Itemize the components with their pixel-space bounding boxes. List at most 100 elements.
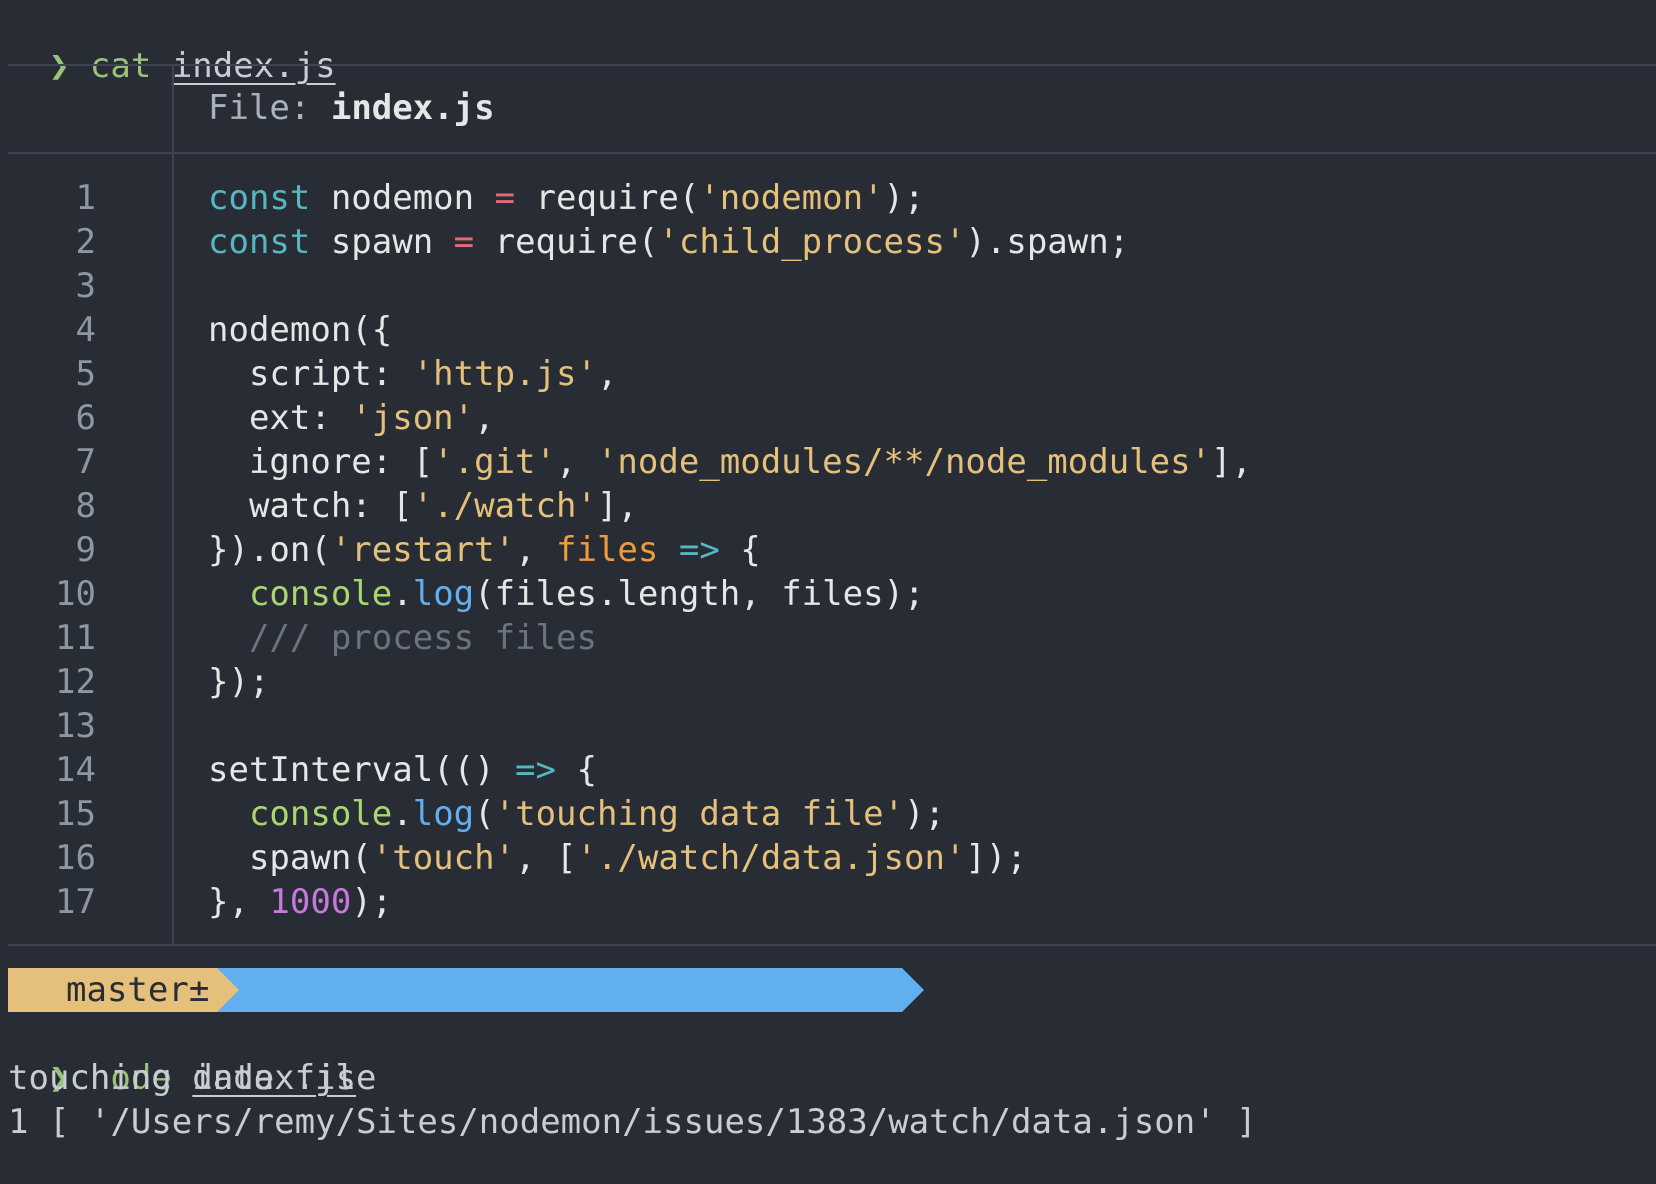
git-branch-label: master±: [66, 970, 210, 1010]
string: 'json': [351, 398, 475, 438]
code-line-5: script: 'http.js',: [208, 352, 1252, 396]
key: ext:: [208, 398, 352, 438]
punct: (: [474, 794, 495, 834]
identifier: nodemon: [310, 178, 495, 218]
punct: ,: [556, 442, 597, 482]
punct: ],: [596, 486, 638, 526]
text: }).on(: [208, 530, 331, 570]
method: log: [412, 794, 475, 834]
operator: =: [494, 178, 516, 218]
prompt-line-node: ❯ node index.js: [8, 1012, 356, 1098]
code-line-16: spawn('touch', ['./watch/data.json']);: [208, 836, 1252, 880]
command-name: cat: [89, 46, 152, 86]
object: console: [248, 574, 393, 614]
text: },: [208, 882, 270, 922]
string: 'restart': [330, 530, 516, 570]
gutter-divider: [172, 64, 174, 944]
text: (files.length, files);: [474, 574, 925, 614]
text: setInterval((): [208, 750, 516, 790]
text: nodemon({: [208, 310, 393, 350]
prompt-arrow-icon: ❯: [48, 46, 70, 86]
code-line-11: /// process files: [208, 616, 1252, 660]
punct: ,: [515, 530, 557, 570]
string: 'nodemon': [699, 178, 884, 218]
key: watch: [: [208, 486, 413, 526]
punct: );: [904, 794, 945, 834]
string: 'node_modules/**/node_modules': [596, 442, 1212, 482]
number: 1000: [269, 882, 352, 922]
line-number: 12: [55, 662, 96, 702]
punct: {: [719, 530, 761, 570]
line-number: 6: [75, 398, 96, 438]
string: './watch': [412, 486, 597, 526]
line-number: 7: [75, 442, 96, 482]
line-number: 2: [75, 222, 96, 262]
call: require(: [515, 178, 700, 218]
line-number: 10: [55, 574, 96, 614]
line-number: 14: [55, 750, 96, 790]
code-line-17: }, 1000);: [208, 880, 1252, 924]
code-line-9: }).on('restart', files => {: [208, 528, 1252, 572]
code-line-7: ignore: ['.git', 'node_modules/**/node_m…: [208, 440, 1252, 484]
code-line-8: watch: ['./watch'],: [208, 484, 1252, 528]
punct: ],: [1211, 442, 1252, 482]
punct: );: [883, 178, 925, 218]
output-line-2: 1 [ '/Users/remy/Sites/nodemon/issues/13…: [8, 1102, 1257, 1142]
line-number: 5: [75, 354, 96, 394]
method: log: [412, 574, 475, 614]
segment-separator: [217, 968, 240, 1012]
output-line-1: touching data file: [8, 1058, 377, 1098]
segment-end-arrow: [901, 968, 924, 1012]
keyword: const: [208, 178, 311, 218]
punct: {: [556, 750, 597, 790]
line-number-gutter: 1 2 3 4 5 6 7 8 9 10 11 12 13 14 15 16 1…: [0, 176, 96, 924]
command-argument[interactable]: index.js: [172, 46, 336, 86]
line-number: 8: [75, 486, 96, 526]
code-line-15: console.log('touching data file');: [208, 792, 1252, 836]
code-line-10: console.log(files.length, files);: [208, 572, 1252, 616]
object: console: [248, 794, 393, 834]
punct: ).spawn;: [965, 222, 1130, 262]
header-bottom-divider: [8, 152, 1656, 154]
code-block: const nodemon = require('nodemon'); cons…: [208, 176, 1252, 924]
arrow-operator: =>: [515, 750, 556, 790]
string: './watch/data.json': [576, 838, 966, 878]
line-number: 3: [75, 266, 96, 306]
git-segment: master±: [8, 968, 240, 1094]
punct: ,: [474, 398, 495, 438]
text: });: [208, 662, 270, 702]
keyword: const: [208, 222, 311, 262]
header-top-divider: [8, 64, 1656, 66]
footer-divider: [8, 944, 1656, 946]
parameter: files: [556, 530, 659, 570]
code-line-6: ext: 'json',: [208, 396, 1252, 440]
prompt-line-cat: ❯ cat index.js: [8, 0, 336, 86]
line-number: 9: [75, 530, 96, 570]
line-number: 17: [55, 882, 96, 922]
line-number: 15: [55, 794, 96, 834]
string: 'child_process': [658, 222, 966, 262]
code-line-12: });: [208, 660, 1252, 704]
comment: /// process files: [208, 618, 597, 658]
powerline-statusbar: master± ~/Sites/nodemon/issues/1383: [8, 968, 924, 1094]
line-number: 4: [75, 310, 96, 350]
code-line-14: setInterval(() => {: [208, 748, 1252, 792]
punct: , [: [515, 838, 577, 878]
line-number: 13: [55, 706, 96, 746]
git-branch-icon: [30, 972, 52, 1094]
code-line-2: const spawn = require('child_process').s…: [208, 220, 1252, 264]
text: spawn(: [208, 838, 372, 878]
path-segment: ~/Sites/nodemon/issues/1383: [217, 968, 902, 1054]
line-number: 16: [55, 838, 96, 878]
operator: =: [453, 222, 475, 262]
key: script:: [208, 354, 413, 394]
file-header: File: index.js: [208, 86, 495, 130]
punct: );: [351, 882, 393, 922]
arrow-operator: =>: [658, 530, 720, 570]
punct: .: [392, 794, 413, 834]
string: 'http.js': [412, 354, 597, 394]
